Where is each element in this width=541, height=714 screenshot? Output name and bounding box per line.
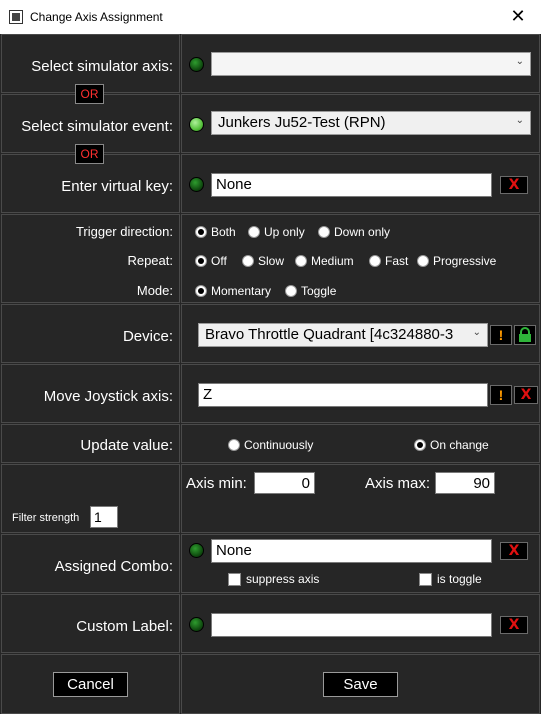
app-icon: [9, 10, 23, 24]
filter-strength-label: Filter strength: [12, 512, 80, 524]
update-continuously-radio[interactable]: Continuously: [228, 438, 313, 452]
save-button[interactable]: Save: [323, 672, 398, 697]
row-device: Device: Bravo Throttle Quadrant [4c32488…: [0, 304, 541, 363]
repeat-medium-radio[interactable]: Medium: [295, 254, 354, 268]
simulator-axis-select[interactable]: ⌄: [211, 52, 531, 76]
device-label: Device:: [122, 328, 173, 345]
row-assigned-combo: Assigned Combo: None X suppress axis is …: [0, 534, 541, 593]
repeat-label: Repeat:: [127, 253, 173, 268]
device-lock-icon[interactable]: [514, 325, 536, 345]
row-footer: Cancel Save: [0, 654, 541, 714]
or-separator-1: OR: [75, 84, 104, 104]
assigned-combo-label: Assigned Combo:: [54, 558, 173, 575]
trigger-direction-label: Trigger direction:: [75, 224, 173, 239]
chevron-down-icon: ⌄: [515, 115, 524, 126]
row-update-value: Update value: Continuously On change: [0, 424, 541, 463]
joystick-axis-input[interactable]: Z: [198, 383, 488, 407]
virtual-key-clear-icon[interactable]: X: [500, 176, 528, 194]
trigger-both-radio[interactable]: Both: [195, 225, 236, 239]
virtual-key-label: Enter virtual key:: [61, 178, 173, 195]
joystick-axis-warning-icon[interactable]: !: [490, 385, 512, 405]
custom-label-led: [189, 617, 204, 632]
simulator-axis-led: [189, 57, 204, 72]
axis-min-input[interactable]: 0: [254, 472, 315, 494]
virtual-key-led: [189, 177, 204, 192]
simulator-axis-label: Select simulator axis:: [31, 58, 173, 75]
assigned-combo-input[interactable]: None: [211, 539, 492, 563]
title-bar: Change Axis Assignment ✕: [0, 0, 541, 34]
assigned-combo-led: [189, 543, 204, 558]
cancel-button[interactable]: Cancel: [53, 672, 128, 697]
filter-strength-input[interactable]: 1: [90, 506, 118, 528]
dialog-body: Select simulator axis: ⌄ OR Select simul…: [0, 34, 541, 714]
update-on-change-radio[interactable]: On change: [414, 438, 489, 452]
axis-max-label: Axis max:: [365, 475, 431, 492]
simulator-event-select[interactable]: Junkers Ju52-Test (RPN) ⌄: [211, 111, 531, 135]
virtual-key-input[interactable]: None: [211, 173, 492, 197]
custom-label-clear-icon[interactable]: X: [500, 616, 528, 634]
or-separator-2: OR: [75, 144, 104, 164]
chevron-down-icon: ⌄: [472, 327, 481, 338]
mode-label: Mode:: [136, 283, 173, 298]
suppress-axis-checkbox[interactable]: suppress axis: [228, 572, 319, 586]
chevron-down-icon: ⌄: [515, 56, 524, 67]
custom-label-label: Custom Label:: [76, 618, 173, 635]
trigger-down-only-radio[interactable]: Down only: [318, 225, 390, 239]
joystick-axis-label: Move Joystick axis:: [43, 388, 173, 405]
device-warning-icon[interactable]: !: [490, 325, 512, 345]
simulator-event-label: Select simulator event:: [21, 118, 173, 135]
device-select[interactable]: Bravo Throttle Quadrant [4c324880-3 ⌄: [198, 323, 488, 347]
row-custom-label: Custom Label: X: [0, 594, 541, 653]
trigger-up-only-radio[interactable]: Up only: [248, 225, 305, 239]
window-title: Change Axis Assignment: [30, 10, 163, 24]
simulator-event-led: [189, 117, 204, 132]
repeat-progressive-radio[interactable]: Progressive: [417, 254, 496, 268]
assigned-combo-clear-icon[interactable]: X: [500, 542, 528, 560]
row-trigger-settings: Trigger direction: Repeat: Mode: Both Up…: [0, 214, 541, 303]
row-axis-range: Filter strength 1 Axis min: 0 Axis max: …: [0, 464, 541, 533]
mode-momentary-radio[interactable]: Momentary: [195, 284, 271, 298]
repeat-slow-radio[interactable]: Slow: [242, 254, 284, 268]
joystick-axis-clear-icon[interactable]: X: [514, 386, 538, 404]
close-icon[interactable]: ✕: [495, 0, 541, 34]
repeat-off-radio[interactable]: Off: [195, 254, 227, 268]
is-toggle-checkbox[interactable]: is toggle: [419, 572, 482, 586]
axis-max-input[interactable]: 90: [435, 472, 495, 494]
row-joystick-axis: Move Joystick axis: Z ! X: [0, 364, 541, 423]
update-value-label: Update value:: [80, 437, 173, 454]
mode-toggle-radio[interactable]: Toggle: [285, 284, 336, 298]
repeat-fast-radio[interactable]: Fast: [369, 254, 408, 268]
custom-label-input[interactable]: [211, 613, 492, 637]
axis-min-label: Axis min:: [186, 475, 247, 492]
